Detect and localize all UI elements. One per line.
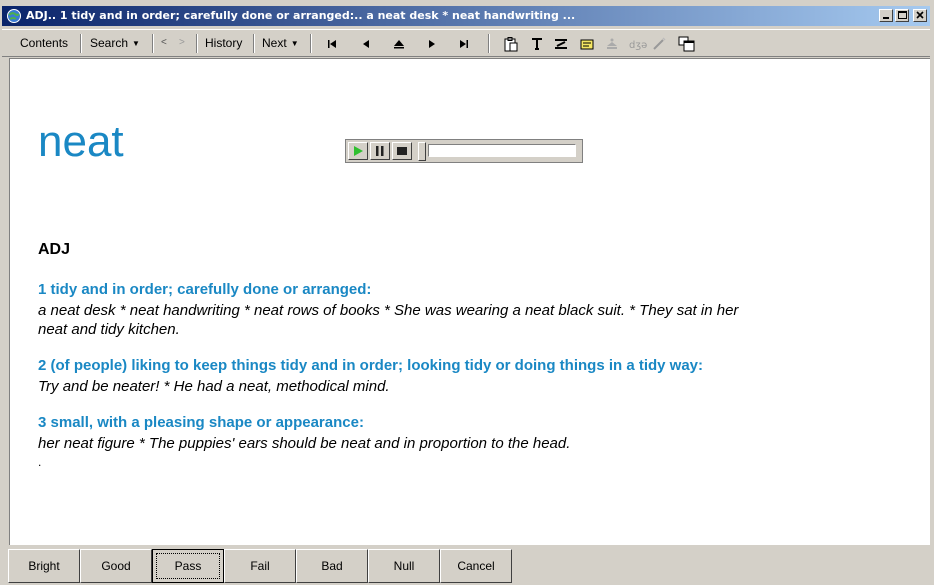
cancel-button[interactable]: Cancel [440, 549, 512, 583]
format-icon[interactable] [553, 36, 569, 52]
window-title: ADJ.. 1 tidy and in order; carefully don… [26, 9, 576, 22]
title-bar[interactable]: ADJ.. 1 tidy and in order; carefully don… [2, 6, 930, 26]
toolbar-separator [80, 34, 82, 53]
play-button[interactable] [348, 142, 368, 160]
back-button[interactable]: < [161, 35, 167, 51]
trailing-mark: . [38, 455, 42, 469]
fail-button[interactable]: Fail [224, 549, 296, 583]
app-window: ADJ.. 1 tidy and in order; carefully don… [0, 0, 934, 585]
last-record-icon[interactable] [456, 36, 472, 52]
forward-button[interactable]: > [179, 35, 185, 51]
rating-button-bar: Bright Good Pass Fail Bad Null Cancel [0, 545, 934, 585]
wand-icon[interactable] [651, 36, 667, 52]
minimize-button[interactable] [879, 9, 893, 22]
toolbar-separator [152, 34, 154, 53]
history-button[interactable]: History [205, 35, 242, 51]
font-icon[interactable] [529, 36, 545, 52]
next-label: Next [262, 36, 287, 50]
stop-icon [397, 147, 407, 155]
null-button[interactable]: Null [368, 549, 440, 583]
seek-track[interactable] [428, 144, 576, 157]
stop-button[interactable] [392, 142, 412, 160]
bright-button[interactable]: Bright [8, 549, 80, 583]
pass-button[interactable]: Pass [152, 549, 224, 583]
toolbar-separator [310, 34, 312, 53]
pause-icon [376, 146, 384, 156]
first-record-icon[interactable] [324, 36, 340, 52]
speaker-icon[interactable] [604, 36, 620, 52]
maximize-icon [898, 11, 907, 19]
sense-examples: Try and be neater! * He had a neat, meth… [38, 378, 390, 395]
up-record-icon[interactable] [391, 36, 407, 52]
toolbar-separator [488, 34, 490, 53]
previous-record-icon[interactable] [358, 36, 374, 52]
headword: neat [38, 117, 124, 166]
sense-definition: 2 (of people) liking to keep things tidy… [38, 357, 704, 374]
part-of-speech: ADJ [38, 241, 71, 258]
play-icon [354, 146, 363, 156]
close-icon [916, 11, 924, 19]
phonetics-icon[interactable]: dʒə [629, 36, 649, 52]
chevron-down-icon: ▼ [290, 38, 299, 48]
sense-examples: her neat figure * The puppies' ears shou… [38, 435, 571, 452]
audio-player [345, 139, 583, 163]
pause-button[interactable] [370, 142, 390, 160]
search-button[interactable]: Search ▼ [90, 35, 140, 51]
entry-panel: neat ADJ 1 tidy and in order; carefully … [9, 58, 930, 545]
next-record-icon[interactable] [424, 36, 440, 52]
clipboard-icon[interactable] [503, 36, 519, 52]
bad-button[interactable]: Bad [296, 549, 368, 583]
close-button[interactable] [913, 9, 927, 22]
globe-icon [7, 9, 21, 23]
toolbar: Contents Search ▼ < > History Next ▼ dʒə [2, 29, 930, 57]
next-button[interactable]: Next ▼ [262, 35, 299, 51]
sense-definition: 3 small, with a pleasing shape or appear… [38, 414, 364, 431]
windows-icon[interactable] [678, 36, 696, 52]
chevron-down-icon: ▼ [132, 38, 140, 48]
toolbar-separator [253, 34, 255, 53]
toolbar-separator [196, 34, 198, 53]
good-button[interactable]: Good [80, 549, 152, 583]
note-icon[interactable] [579, 36, 595, 52]
svg-text:dʒə: dʒə [629, 40, 647, 51]
sense-examples: a neat desk * neat handwriting * neat ro… [38, 302, 739, 338]
minimize-icon [883, 17, 889, 19]
seek-thumb[interactable] [418, 142, 426, 161]
search-label: Search [90, 36, 129, 50]
maximize-button[interactable] [895, 9, 909, 22]
contents-button[interactable]: Contents [20, 35, 68, 51]
sense-definition: 1 tidy and in order; carefully done or a… [38, 281, 372, 298]
